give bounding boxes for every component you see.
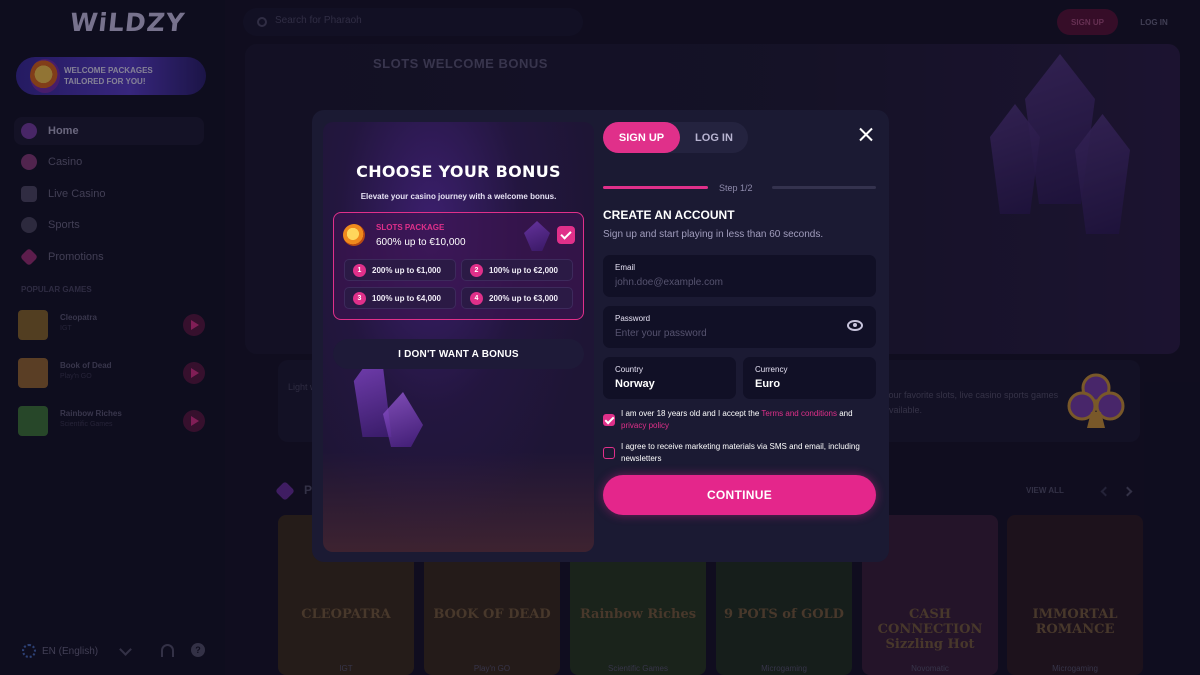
step-progress-inactive	[772, 186, 876, 189]
password-label: Password	[615, 314, 651, 323]
slots-package-option[interactable]: SLOTS PACKAGE 600% up to €10,000 1 200% …	[333, 212, 584, 320]
currency-select[interactable]: Currency Euro	[743, 357, 876, 399]
consent-and-text: and	[839, 409, 853, 418]
package-amount: 600% up to €10,000	[376, 237, 466, 248]
currency-value: Euro	[755, 378, 781, 390]
bonus-tier: 3 100% up to €4,000	[344, 287, 456, 309]
tab-signup[interactable]: SIGN UP	[603, 122, 680, 153]
consent-age-text: I am over 18 years old and I accept the	[621, 409, 760, 418]
tier-number: 2	[470, 263, 483, 277]
country-select[interactable]: Country Norway	[603, 357, 736, 399]
tier-text: 200% up to €1,000	[372, 265, 441, 275]
email-field[interactable]: Email	[603, 255, 876, 297]
close-icon[interactable]	[855, 124, 877, 146]
signup-modal: CHOOSE YOUR BONUS Elevate your casino jo…	[312, 110, 889, 562]
bonus-tier: 4 200% up to €3,000	[461, 287, 573, 309]
bonus-title: CHOOSE YOUR BONUS	[356, 162, 561, 181]
email-input[interactable]	[615, 277, 835, 288]
password-input[interactable]	[615, 328, 835, 339]
continue-button[interactable]: CONTINUE	[603, 475, 876, 515]
package-name: SLOTS PACKAGE	[376, 223, 445, 232]
password-field[interactable]: Password	[603, 306, 876, 348]
marketing-consent: I agree to receive marketing materials v…	[621, 442, 860, 463]
gem-decoration	[524, 221, 550, 251]
privacy-policy-link[interactable]: privacy policy	[621, 421, 669, 430]
tab-login[interactable]: LOG IN	[683, 122, 745, 153]
tier-text: 100% up to €4,000	[372, 293, 441, 303]
show-password-eye-icon[interactable]	[847, 320, 863, 331]
tier-text: 200% up to €3,000	[489, 293, 558, 303]
package-selected-checkbox[interactable]	[557, 226, 575, 244]
form-title: CREATE AN ACCOUNT	[603, 208, 735, 222]
bonus-subtitle: Elevate your casino journey with a welco…	[360, 192, 557, 201]
terms-link[interactable]: Terms and conditions	[761, 409, 837, 418]
bonus-panel	[323, 122, 594, 552]
age-terms-consent: I am over 18 years old and I accept the …	[621, 408, 877, 432]
step-label: Step 1/2	[719, 183, 753, 193]
no-bonus-button[interactable]: I DON'T WANT A BONUS	[333, 339, 584, 369]
marketing-checkbox[interactable]	[603, 447, 615, 459]
panel-glow	[323, 452, 594, 552]
bonus-tier: 2 100% up to €2,000	[461, 259, 573, 281]
auth-tabs: SIGN UP LOG IN	[603, 122, 748, 153]
tier-text: 100% up to €2,000	[489, 265, 558, 275]
form-subtitle: Sign up and start playing in less than 6…	[603, 229, 824, 240]
crystal-decoration	[383, 392, 423, 447]
bonus-tier: 1 200% up to €1,000	[344, 259, 456, 281]
currency-label: Currency	[755, 365, 788, 374]
step-progress-active	[603, 186, 708, 189]
tier-number: 3	[353, 291, 366, 305]
country-value: Norway	[615, 378, 655, 390]
country-label: Country	[615, 365, 644, 374]
email-label: Email	[615, 263, 636, 272]
age-terms-checkbox[interactable]	[603, 414, 615, 426]
signup-form-panel: SIGN UP LOG IN Step 1/2 CREATE AN ACCOUN…	[603, 110, 889, 562]
slots-coin-icon	[343, 224, 365, 246]
tier-number: 1	[353, 263, 366, 277]
tier-number: 4	[470, 291, 483, 305]
